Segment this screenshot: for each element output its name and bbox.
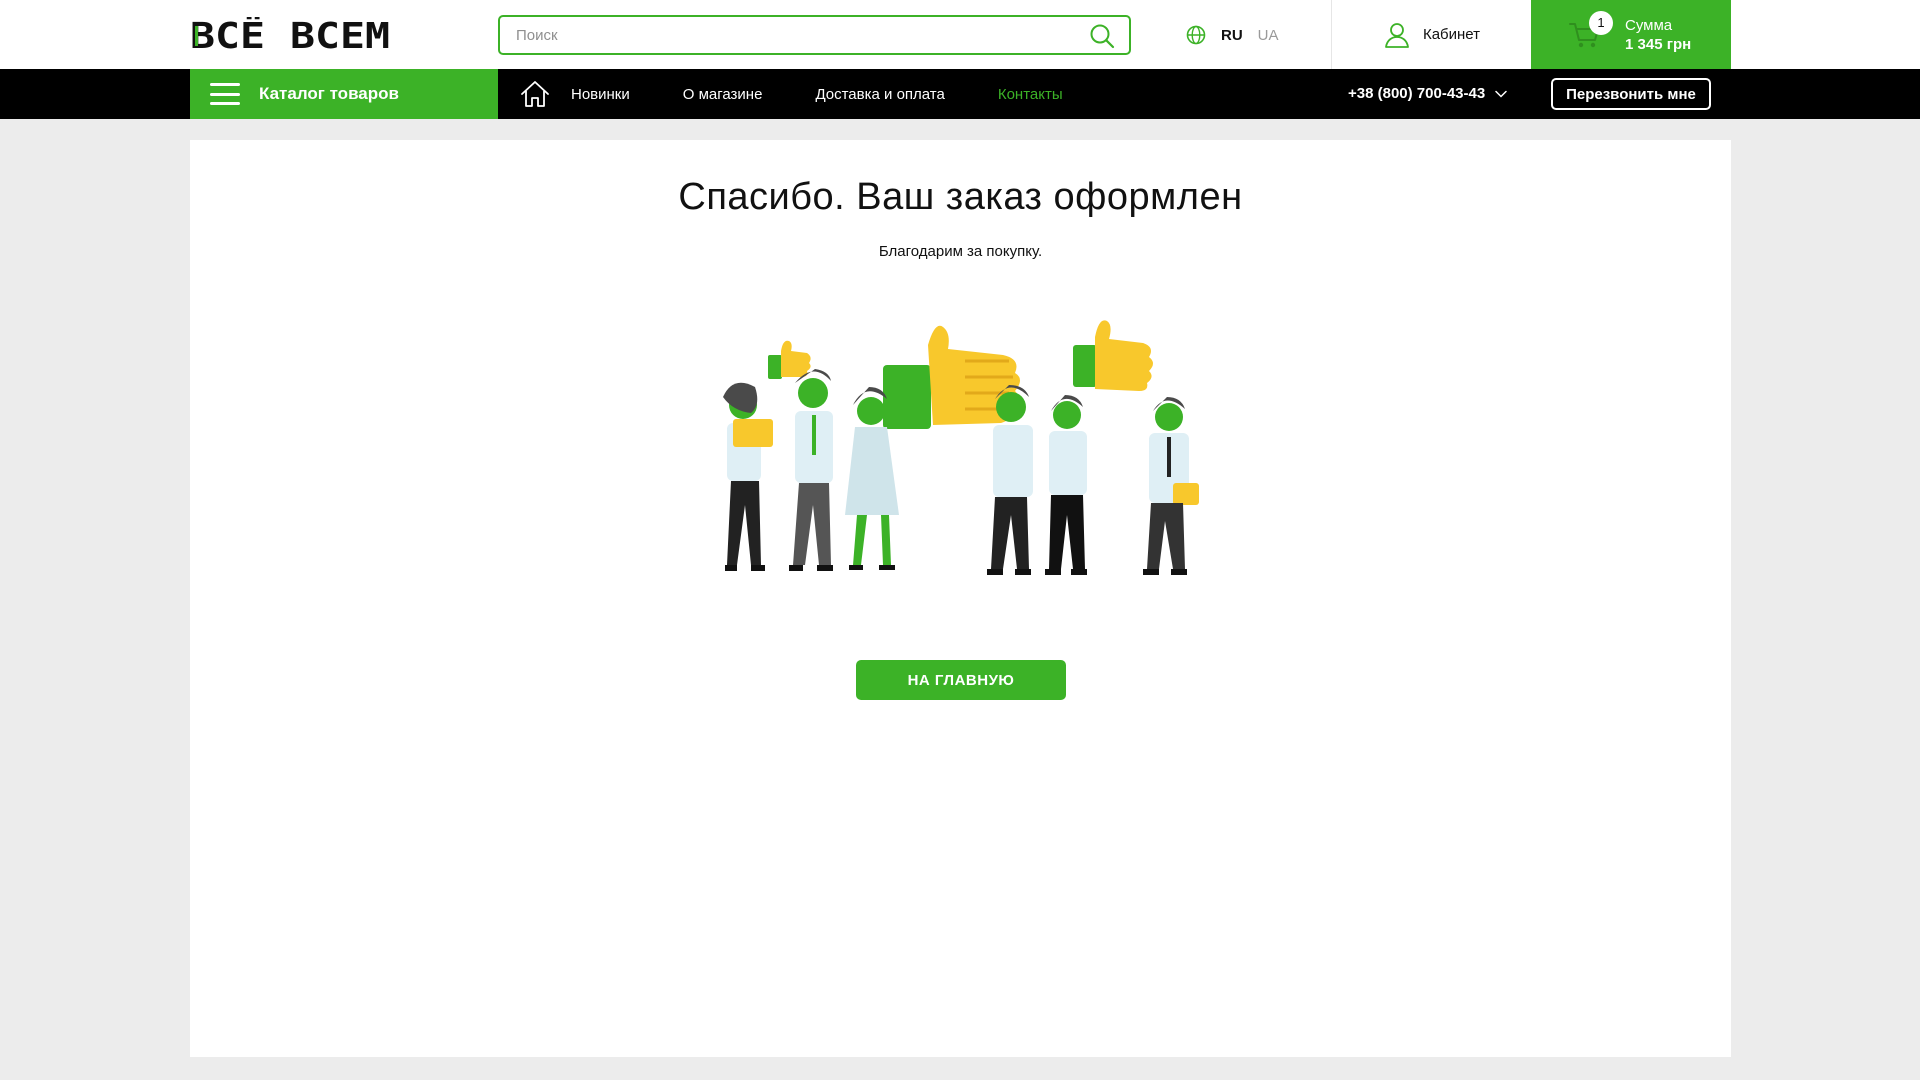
phone-number: +38 (800) 700-43-43 <box>1348 85 1486 102</box>
chevron-down-icon <box>1495 90 1507 98</box>
search-box <box>498 15 1131 55</box>
phone-dropdown[interactable]: +38 (800) 700-43-43 <box>1348 85 1507 102</box>
cabinet-link[interactable]: Кабинет <box>1331 0 1531 69</box>
main-nav: Каталог товаров Новинки О магазине Доста… <box>0 69 1920 119</box>
person-figure <box>723 382 773 571</box>
cart-sum-label: Сумма <box>1625 17 1673 34</box>
person-figure <box>1045 395 1087 575</box>
cart-count-badge: 1 <box>1589 11 1613 35</box>
site-logo[interactable]: ВСЁ ВСЕМ <box>190 17 392 53</box>
cabinet-label: Кабинет <box>1422 26 1481 43</box>
user-icon <box>1385 22 1409 48</box>
page-subtitle: Благодарим за покупку. <box>878 243 1043 260</box>
menu-icon <box>210 83 240 105</box>
search-input[interactable] <box>500 17 1060 53</box>
go-home-button[interactable]: НА ГЛАВНУЮ <box>856 660 1066 700</box>
nav-link-delivery[interactable]: Доставка и оплата <box>815 86 944 103</box>
globe-icon <box>1186 25 1206 45</box>
callback-button[interactable]: Перезвонить мне <box>1551 78 1711 110</box>
thumbs-up-illustration <box>723 320 1199 575</box>
nav-link-new[interactable]: Новинки <box>571 86 630 103</box>
cart-sum-value: 1 345 грн <box>1625 36 1692 53</box>
person-figure <box>1143 397 1199 575</box>
lang-ru[interactable]: RU <box>1221 27 1243 44</box>
catalog-button[interactable]: Каталог товаров <box>190 69 498 119</box>
lang-ua[interactable]: UA <box>1258 27 1279 44</box>
thumbs-up-icon <box>1073 320 1153 391</box>
cart-button[interactable]: 1 Сумма 1 345 грн <box>1531 0 1731 69</box>
order-confirmation-panel: Спасибо. Ваш заказ оформлен Благодарим з… <box>190 140 1731 1057</box>
person-figure <box>789 369 833 571</box>
top-header: ВСЁ ВСЕМ RU UA Кабинет 1 Сумма <box>0 0 1920 69</box>
search-icon[interactable] <box>1089 23 1115 49</box>
home-icon[interactable] <box>520 80 550 108</box>
nav-link-contacts[interactable]: Контакты <box>998 86 1063 103</box>
language-switcher: RU UA <box>1186 24 1279 46</box>
nav-link-about[interactable]: О магазине <box>683 86 763 103</box>
nav-links: Новинки О магазине Доставка и оплата Кон… <box>571 69 1116 119</box>
svg-text:ВСЁ ВСЕМ: ВСЁ ВСЕМ <box>190 17 390 53</box>
catalog-label: Каталог товаров <box>259 84 399 103</box>
thumbs-up-icon <box>768 340 811 379</box>
page-title: Спасибо. Ваш заказ оформлен <box>678 176 1243 218</box>
